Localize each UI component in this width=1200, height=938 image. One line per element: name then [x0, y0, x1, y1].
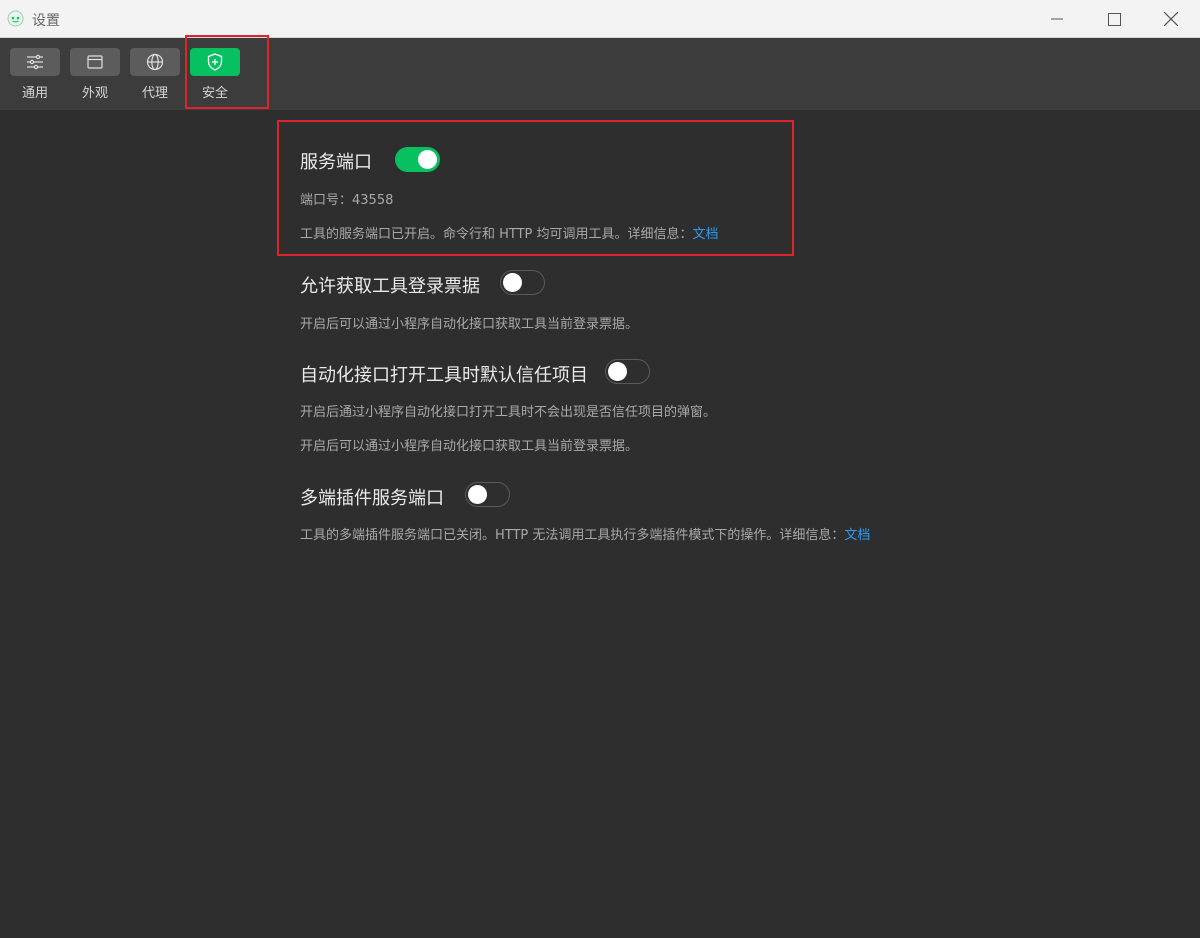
tab-label: 外观 [81, 86, 108, 101]
toggle-knob [608, 361, 627, 381]
app-logo-icon [7, 10, 24, 27]
window-title: 设置 [32, 13, 60, 29]
service-port-number: 端口号：43558 [300, 193, 394, 208]
tab-appearance[interactable]: 外观 [70, 48, 120, 102]
tab-label: 安全 [201, 86, 228, 101]
close-button[interactable] [1142, 0, 1200, 38]
multi-plugin-toggle[interactable] [465, 482, 510, 507]
close-icon [1164, 12, 1178, 26]
multi-plugin-description: 工具的多端插件服务端口已关闭。HTTP 无法调用工具执行多端插件模式下的操作。详… [300, 528, 871, 543]
auto-trust-description-extra: 开启后可以通过小程序自动化接口获取工具当前登录票据。 [300, 439, 639, 454]
service-port-description: 工具的服务端口已开启。命令行和 HTTP 均可调用工具。详细信息：文档 [300, 227, 719, 242]
toggle-knob [418, 150, 437, 169]
sliders-icon [27, 54, 43, 70]
toggle-knob [468, 484, 487, 504]
tab-general[interactable]: 通用 [10, 48, 60, 102]
title-bar: 设置 [0, 0, 1200, 38]
multi-plugin-title: 多端插件服务端口 [300, 488, 444, 509]
window-icon [87, 55, 103, 69]
login-ticket-description: 开启后可以通过小程序自动化接口获取工具当前登录票据。 [300, 317, 639, 332]
maximize-icon [1107, 12, 1121, 26]
minimize-button[interactable] [1028, 0, 1086, 38]
service-port-title: 服务端口 [300, 152, 372, 173]
tab-label: 通用 [21, 86, 48, 101]
multi-plugin-docs-link[interactable]: 文档 [844, 528, 870, 543]
tab-label: 代理 [141, 86, 168, 101]
service-port-toggle[interactable] [395, 147, 440, 172]
service-port-docs-link[interactable]: 文档 [693, 227, 719, 242]
auto-trust-title: 自动化接口打开工具时默认信任项目 [300, 365, 588, 386]
minimize-icon [1051, 18, 1063, 20]
tab-security[interactable]: 安全 [190, 48, 240, 102]
tab-proxy[interactable]: 代理 [130, 48, 180, 102]
globe-icon [146, 53, 164, 71]
auto-trust-toggle[interactable] [605, 359, 650, 384]
toggle-knob [503, 272, 522, 292]
auto-trust-description: 开启后通过小程序自动化接口打开工具时不会出现是否信任项目的弹窗。 [300, 405, 717, 420]
login-ticket-toggle[interactable] [500, 270, 545, 295]
shield-icon [207, 53, 223, 71]
login-ticket-title: 允许获取工具登录票据 [300, 276, 480, 297]
maximize-button[interactable] [1085, 0, 1143, 38]
settings-toolbar: 通用 外观 代理 安全 [0, 38, 1200, 110]
